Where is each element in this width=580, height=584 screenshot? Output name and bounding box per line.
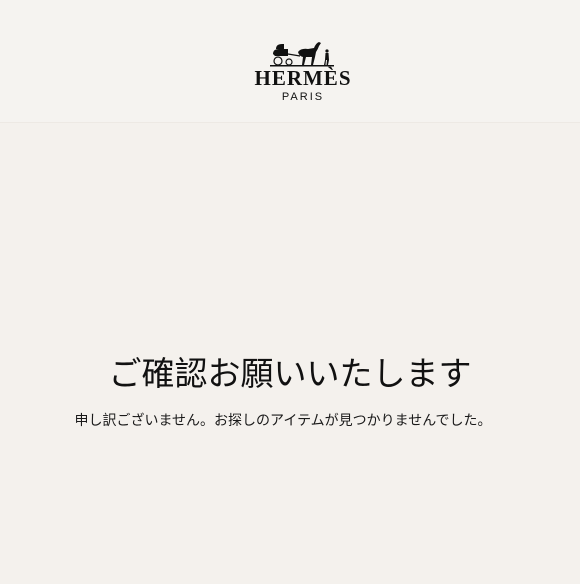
hermes-logo[interactable]: HERMÈS PARIS — [248, 40, 358, 106]
site-header: HERMÈS PARIS — [0, 0, 580, 123]
error-message: 申し訳ございません。お探しのアイテムが見つかりませんでした。 — [74, 413, 492, 429]
main-content: ご確認お願いいたします 申し訳ございません。お探しのアイテムが見つかりませんでし… — [0, 123, 580, 584]
horse-and-carriage-icon — [270, 42, 334, 67]
page-title: ご確認お願いいたします — [108, 354, 472, 393]
logo-wordmark: HERMÈS — [254, 66, 352, 90]
logo-city: PARIS — [281, 91, 325, 103]
